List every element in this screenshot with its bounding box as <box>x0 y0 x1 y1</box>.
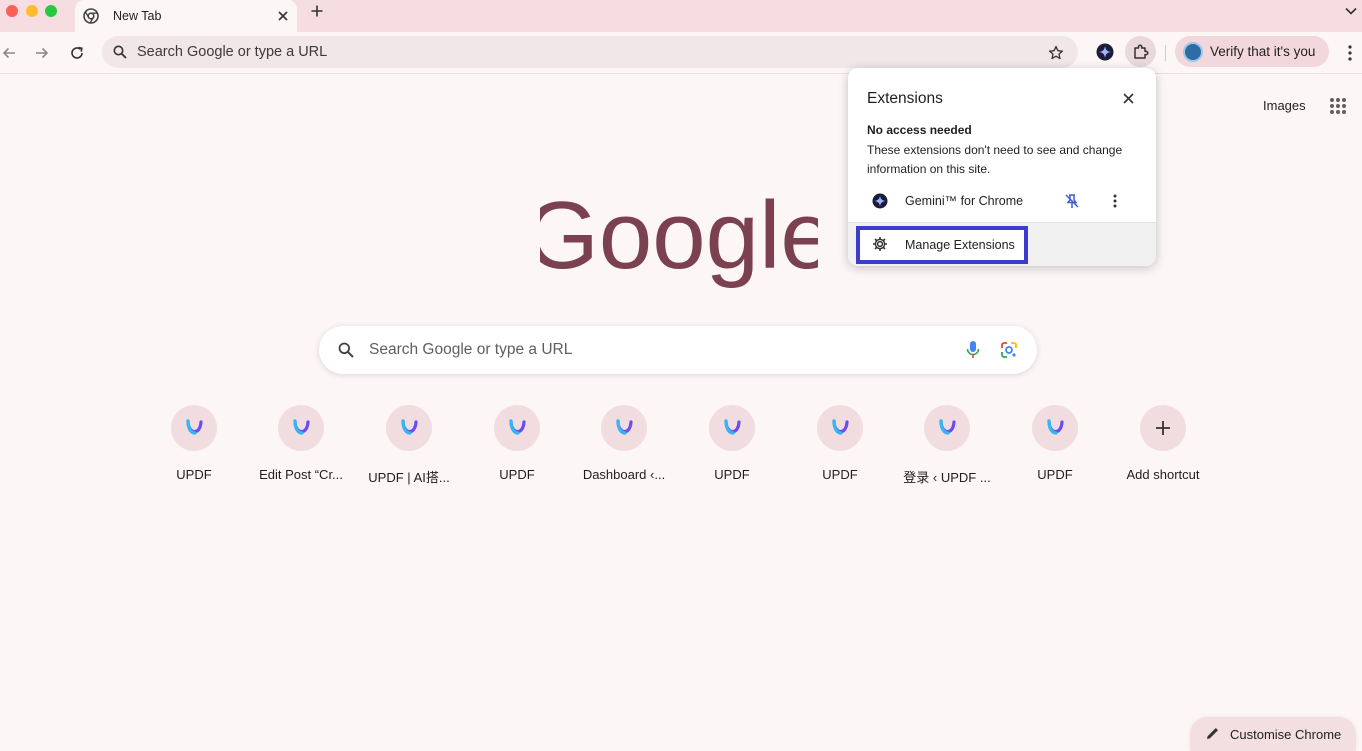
window-zoom-button[interactable] <box>45 5 57 17</box>
toolbar-divider <box>1165 45 1166 61</box>
shortcut-tile[interactable]: UPDF | AI搭... <box>359 405 459 495</box>
shortcut-label: UPDF <box>714 467 750 482</box>
search-icon <box>110 42 130 62</box>
shortcut-icon-circle <box>601 405 647 451</box>
search-icon <box>335 339 357 361</box>
gemini-icon <box>872 193 888 209</box>
toolbar: Search Google or type a URL Verify that … <box>0 32 1362 74</box>
updf-icon <box>509 419 526 435</box>
section-description: These extensions don't need to see and c… <box>867 143 1123 176</box>
google-lens-icon[interactable] <box>997 338 1021 362</box>
pencil-icon <box>1206 726 1222 742</box>
updf-icon <box>832 419 849 435</box>
tab-search-chevron-icon[interactable] <box>1340 1 1362 21</box>
gear-icon <box>872 236 890 254</box>
add-shortcut-tile[interactable]: Add shortcut <box>1113 405 1213 495</box>
manage-extensions-label: Manage Extensions <box>905 238 1015 252</box>
tab-title: New Tab <box>113 9 162 23</box>
popup-title: Extensions <box>867 90 943 107</box>
shortcut-label: UPDF <box>1037 467 1073 482</box>
extension-name: Gemini™ for Chrome <box>905 194 1024 208</box>
gemini-extension-icon[interactable] <box>1094 41 1116 63</box>
omnibox[interactable]: Search Google or type a URL <box>102 36 1078 68</box>
chrome-icon <box>83 8 99 24</box>
window-minimize-button[interactable] <box>26 5 38 17</box>
tab-new-tab[interactable]: New Tab <box>75 0 297 32</box>
forward-icon[interactable] <box>30 41 54 65</box>
shortcut-tile[interactable]: 登录 ‹ UPDF ... <box>897 405 997 495</box>
shortcut-icon-circle <box>924 405 970 451</box>
updf-icon <box>293 419 310 435</box>
tab-strip: New Tab <box>0 0 1362 32</box>
ntp-search-box[interactable]: Search Google or type a URL <box>319 326 1037 374</box>
shortcut-label: Dashboard ‹... <box>582 467 666 482</box>
customise-chrome-label: Customise Chrome <box>1230 726 1342 742</box>
shortcut-icon-circle <box>171 405 217 451</box>
shortcut-icon-circle <box>709 405 755 451</box>
manage-extensions-button[interactable]: Manage Extensions <box>856 226 1028 264</box>
reload-icon[interactable] <box>65 41 89 65</box>
avatar <box>1183 41 1203 62</box>
shortcut-label: UPDF <box>176 467 212 482</box>
close-icon[interactable] <box>273 6 293 26</box>
section-heading: No access needed <box>867 123 972 137</box>
chrome-menu-icon[interactable] <box>1340 41 1360 65</box>
google-apps-icon[interactable] <box>1327 95 1349 117</box>
shortcut-tile[interactable]: UPDF <box>1005 405 1105 495</box>
shortcut-icon-circle <box>1140 405 1186 451</box>
verify-text: Verify that it's you <box>1210 44 1316 59</box>
google-logo-text: Google <box>540 188 818 289</box>
google-logo: Google <box>540 188 818 289</box>
shortcut-tile[interactable]: UPDF <box>682 405 782 495</box>
microphone-icon[interactable] <box>961 338 985 362</box>
shortcut-icon-circle <box>817 405 863 451</box>
updf-icon <box>186 419 203 435</box>
back-icon[interactable] <box>0 41 21 65</box>
shortcut-label: Edit Post “Cr... <box>259 467 343 482</box>
shortcut-label: 登录 ‹ UPDF ... <box>903 470 991 485</box>
customise-chrome-button[interactable]: Customise Chrome <box>1190 717 1356 751</box>
shortcut-tile[interactable]: UPDF <box>467 405 567 495</box>
verify-identity-chip[interactable]: Verify that it's you <box>1175 36 1329 67</box>
extensions-puzzle-icon[interactable] <box>1125 36 1156 67</box>
updf-icon <box>1047 419 1064 435</box>
shortcut-icon-circle <box>386 405 432 451</box>
shortcut-icon-circle <box>1032 405 1078 451</box>
plus-icon <box>1156 421 1170 435</box>
updf-icon <box>616 419 633 435</box>
ntp-search-input[interactable]: Search Google or type a URL <box>369 341 572 359</box>
extension-item-gemini[interactable]: Gemini™ for Chrome <box>848 184 1156 218</box>
shortcut-icon-circle <box>278 405 324 451</box>
omnibox-input[interactable]: Search Google or type a URL <box>137 44 327 60</box>
more-options-icon[interactable] <box>1105 191 1125 211</box>
window-close-button[interactable] <box>6 5 18 17</box>
shortcut-tile[interactable]: Edit Post “Cr... <box>251 405 351 495</box>
shortcut-label: UPDF <box>822 467 858 482</box>
new-tab-button[interactable] <box>306 1 328 21</box>
popup-footer: Manage Extensions <box>848 222 1156 266</box>
images-link[interactable]: Images <box>1263 98 1306 113</box>
unpin-icon[interactable] <box>1062 191 1082 211</box>
shortcut-label: UPDF <box>499 467 535 482</box>
shortcut-tile[interactable]: UPDF <box>144 405 244 495</box>
shortcut-label: Add shortcut <box>1126 467 1200 482</box>
bookmark-star-icon[interactable] <box>1045 42 1067 64</box>
close-icon[interactable] <box>1118 88 1138 108</box>
shortcut-tile[interactable]: Dashboard ‹... <box>574 405 674 495</box>
shortcut-icon-circle <box>494 405 540 451</box>
shortcut-label: UPDF | AI搭... <box>368 470 450 485</box>
updf-icon <box>724 419 741 435</box>
extensions-popup: Extensions No access needed These extens… <box>848 68 1156 266</box>
shortcut-tile[interactable]: UPDF <box>790 405 890 495</box>
updf-icon <box>401 419 418 435</box>
updf-icon <box>939 419 956 435</box>
